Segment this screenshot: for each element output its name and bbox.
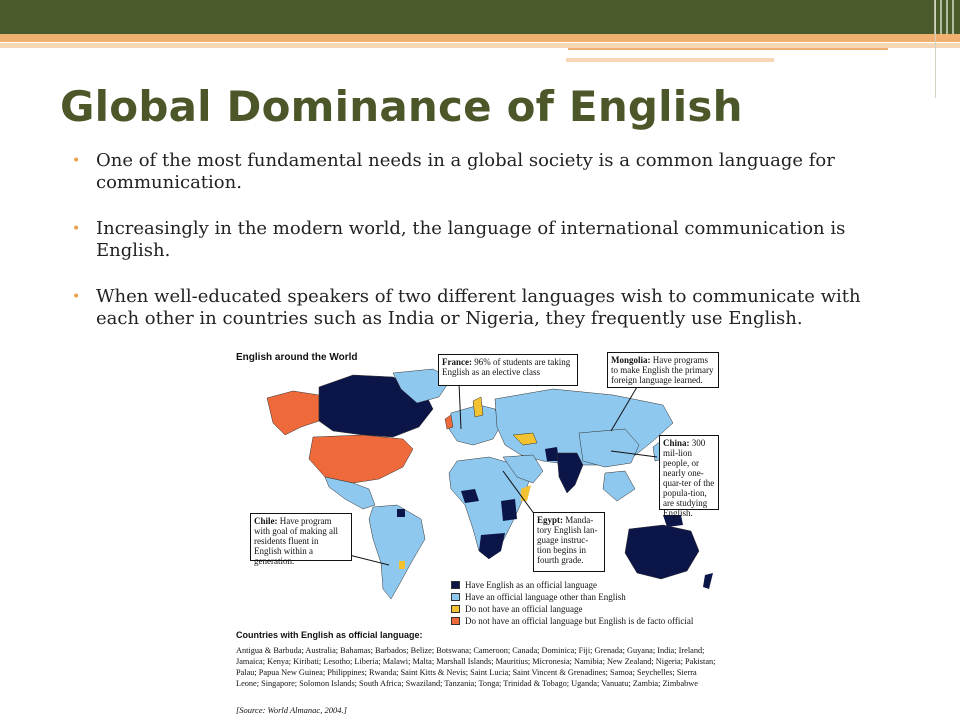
accent-line [568, 48, 888, 50]
callout-chile-head: Chile: [254, 516, 278, 526]
accent-bar [0, 34, 960, 42]
map-legend: Have English as an official language Hav… [451, 579, 711, 627]
callout-egypt-head: Egypt: [537, 515, 564, 525]
map-region-se-asia [602, 470, 636, 502]
bullet-text: One of the most fundamental needs in a g… [96, 150, 835, 193]
map-region-uruguay [399, 561, 405, 569]
bullet-icon: • [72, 153, 81, 169]
callout-france: France: 96% of students are taking Engli… [438, 354, 578, 386]
map-source: [Source: World Almanac, 2004.] [236, 705, 347, 715]
legend-label: Have an official language other than Eng… [465, 592, 626, 602]
callout-china-head: China: [663, 438, 690, 448]
legend-swatch [451, 581, 460, 589]
legend-label: Have English as an official language [465, 580, 598, 590]
map-region-alaska [266, 390, 320, 436]
map-region-south-america [368, 504, 426, 599]
legend-label: Do not have an official language [465, 604, 583, 614]
legend-swatch [451, 605, 460, 613]
map-region-australia [624, 524, 700, 580]
legend-item: Do not have an official language [451, 603, 711, 615]
map-region-guyana [397, 509, 405, 517]
bullet-item: • When well-educated speakers of two diff… [72, 286, 892, 330]
callout-egypt: Egypt: Manda-tory English lan-guage inst… [533, 512, 605, 572]
decor-vline [935, 0, 936, 98]
callout-china-body: 300 mil-lion people, or nearly one-quar-… [663, 438, 715, 518]
header-bar [0, 0, 960, 34]
header-decoration [928, 0, 954, 34]
legend-swatch [451, 593, 460, 601]
bullet-icon: • [72, 289, 81, 305]
world-map-figure: English around the World France: 96% of … [233, 349, 721, 720]
legend-label: Do not have an official language but Eng… [465, 616, 694, 626]
legend-item: Have English as an official language [451, 579, 711, 591]
callout-chile: Chile: Have program with goal of making … [250, 513, 352, 566]
accent-line-2 [566, 58, 774, 62]
bullet-list: • One of the most fundamental needs in a … [72, 150, 892, 354]
slide-title: Global Dominance of English [60, 82, 743, 131]
legend-item: Have an official language other than Eng… [451, 591, 711, 603]
callout-mongolia-head: Mongolia: [611, 355, 651, 365]
map-region-india [556, 452, 584, 494]
bullet-text: Increasingly in the modern world, the la… [96, 218, 846, 261]
map-region-china [578, 428, 640, 468]
bullet-item: • One of the most fundamental needs in a … [72, 150, 892, 194]
callout-france-head: France: [442, 357, 472, 367]
bullet-item: • Increasingly in the modern world, the l… [72, 218, 892, 262]
bullet-icon: • [72, 221, 81, 237]
countries-list: Antigua & Barbuda; Australia; Bahamas; B… [236, 646, 716, 688]
map-region-usa [308, 434, 414, 484]
bullet-text: When well-educated speakers of two diffe… [96, 286, 861, 329]
map-region-east-africa [501, 499, 517, 521]
legend-swatch [451, 617, 460, 625]
legend-item: Do not have an official language but Eng… [451, 615, 711, 627]
callout-mongolia: Mongolia: Have programs to make English … [607, 352, 719, 388]
map-region-sweden [472, 396, 484, 418]
countries-heading: Countries with English as official langu… [236, 630, 423, 640]
map-region-southern-africa [479, 533, 505, 559]
callout-china: China: 300 mil-lion people, or nearly on… [659, 435, 719, 518]
